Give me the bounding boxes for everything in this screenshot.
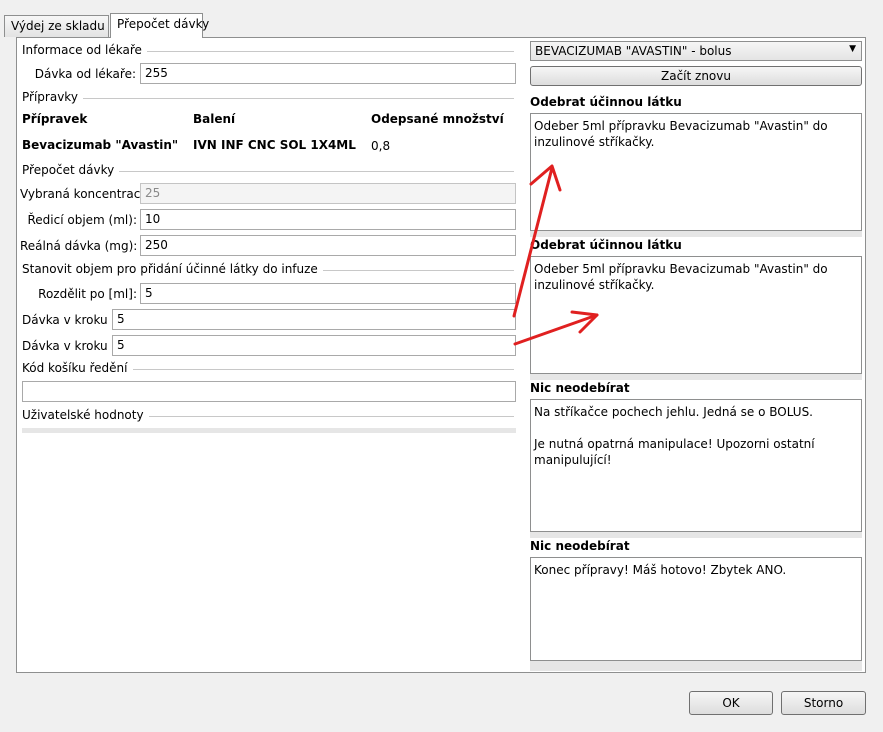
ok-button[interactable]: OK bbox=[689, 691, 773, 715]
real-dose-label: Reálná dávka (mg): bbox=[20, 239, 138, 253]
step1-dose-field[interactable]: 5 bbox=[112, 309, 516, 330]
step2-dose-label: Dávka v kroku 2: bbox=[22, 339, 124, 353]
protocol-dropdown[interactable]: BEVACIZUMAB "AVASTIN" - bolus ▼ bbox=[530, 41, 862, 61]
concentration-label: Vybraná koncentrace: bbox=[20, 187, 152, 201]
cell-package: IVN INF CNC SOL 1X4ML bbox=[193, 138, 356, 152]
section-title-dose-calc: Přepočet dávky bbox=[22, 163, 120, 177]
concentration-field: 25 bbox=[140, 183, 516, 204]
step-heading: Nic neodebírat bbox=[530, 539, 630, 553]
divider-strip bbox=[530, 532, 862, 538]
section-divider bbox=[23, 98, 514, 99]
col-header-preparation: Přípravek bbox=[22, 112, 88, 126]
cell-written-off: 0,8 bbox=[371, 139, 391, 153]
dilution-volume-label: Ředicí objem (ml): bbox=[27, 213, 138, 227]
user-values-strip bbox=[22, 428, 516, 433]
step-instruction-box[interactable]: Konec přípravy! Máš hotovo! Zbytek ANO. bbox=[530, 557, 862, 661]
divider-strip bbox=[530, 374, 862, 380]
protocol-dropdown-value: BEVACIZUMAB "AVASTIN" - bolus bbox=[535, 44, 732, 58]
split-by-label: Rozdělit po [ml]: bbox=[38, 287, 137, 301]
col-header-written-off: Odepsané množství bbox=[371, 112, 504, 126]
cell-preparation-name: Bevacizumab "Avastin" bbox=[22, 138, 179, 152]
section-title-volume: Stanovit objem pro přidání účinné látky … bbox=[22, 262, 323, 276]
main-panel: Informace od lékaře Dávka od lékaře: 255… bbox=[16, 37, 866, 673]
section-title-basket-code: Kód košíku ředění bbox=[22, 361, 133, 375]
tab-vydej-ze-skladu[interactable]: Výdej ze skladu bbox=[4, 15, 109, 37]
step-heading: Odebrat účinnou látku bbox=[530, 95, 682, 109]
step-instruction-box[interactable]: Odeber 5ml přípravku Bevacizumab "Avasti… bbox=[530, 256, 862, 374]
doctor-dose-label: Dávka od lékaře: bbox=[34, 67, 136, 81]
step-heading: Odebrat účinnou látku bbox=[530, 238, 682, 252]
step1-dose-label: Dávka v kroku 1: bbox=[22, 313, 124, 327]
section-title-doctor-info: Informace od lékaře bbox=[22, 43, 147, 57]
basket-code-field[interactable] bbox=[22, 381, 516, 402]
divider-strip bbox=[530, 231, 862, 237]
chevron-down-icon: ▼ bbox=[849, 44, 856, 54]
divider-strip bbox=[530, 661, 862, 671]
restart-button[interactable]: Začít znovu bbox=[530, 66, 862, 86]
split-by-field[interactable]: 5 bbox=[140, 283, 516, 304]
step-heading: Nic neodebírat bbox=[530, 381, 630, 395]
section-title-preparations: Přípravky bbox=[22, 90, 83, 104]
tab-prepocet-davky[interactable]: Přepočet dávky bbox=[110, 13, 209, 38]
step-instruction-box[interactable]: Odeber 5ml přípravku Bevacizumab "Avasti… bbox=[530, 113, 862, 231]
step-instruction-box[interactable]: Na stříkačce pochech jehlu. Jedná se o B… bbox=[530, 399, 862, 532]
dilution-volume-field[interactable]: 10 bbox=[140, 209, 516, 230]
doctor-dose-field[interactable]: 255 bbox=[140, 63, 516, 84]
section-title-user-values: Uživatelské hodnoty bbox=[22, 408, 149, 422]
step2-dose-field[interactable]: 5 bbox=[112, 335, 516, 356]
cancel-button[interactable]: Storno bbox=[781, 691, 866, 715]
real-dose-field[interactable]: 250 bbox=[140, 235, 516, 256]
col-header-package: Balení bbox=[193, 112, 236, 126]
